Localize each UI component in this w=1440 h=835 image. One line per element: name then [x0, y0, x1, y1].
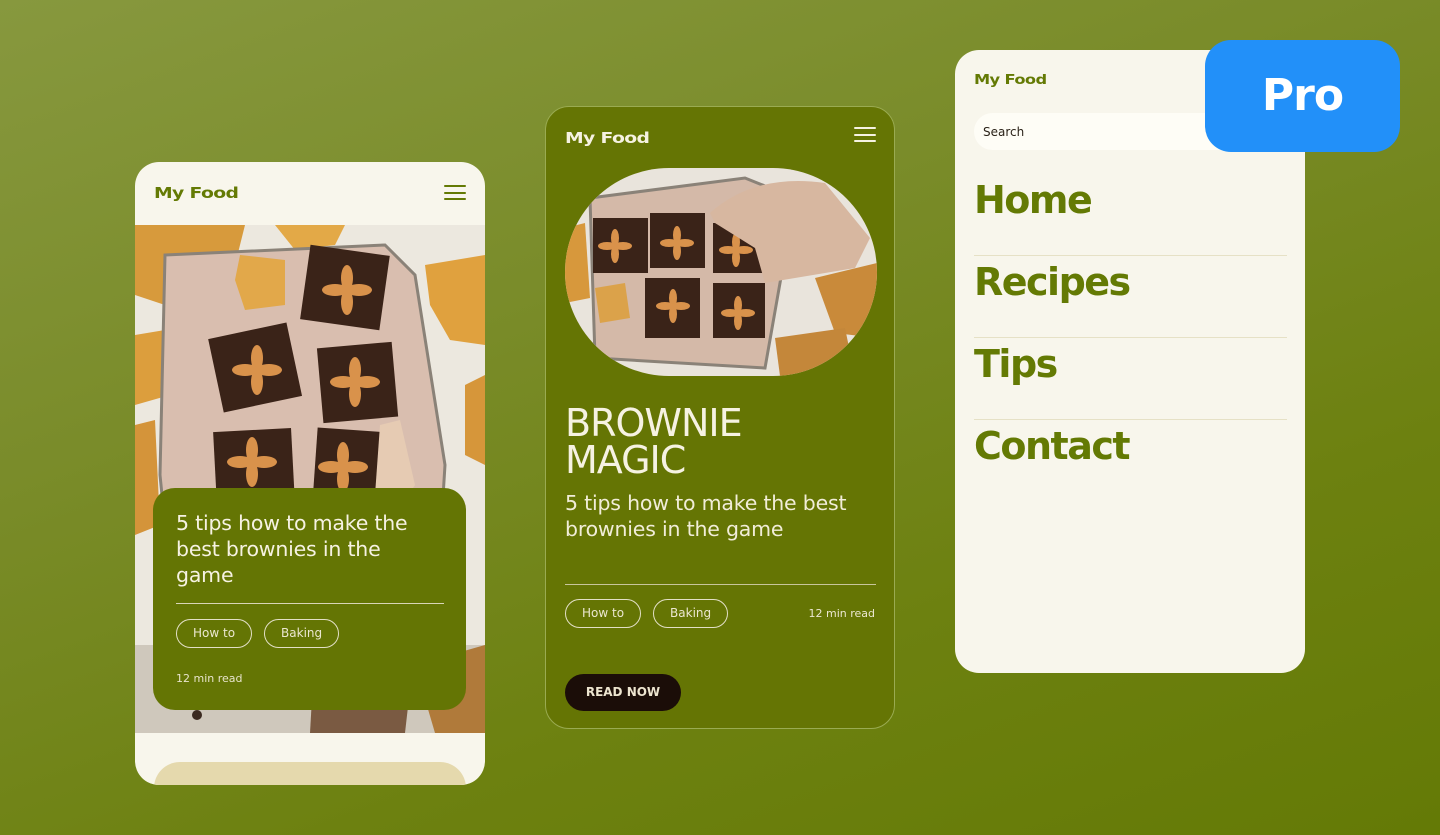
read-now-button[interactable]: READ NOW	[565, 674, 681, 711]
tag-list: How to Baking	[176, 619, 340, 648]
mobile-mockup-article-hero: My Food BROWNIE MAGIC 5 tips how to make…	[545, 106, 895, 729]
article-subtitle: 5 tips how to make the best brownies in …	[565, 491, 847, 541]
header: My Food	[135, 162, 485, 225]
tag-how-to[interactable]: How to	[565, 599, 642, 628]
divider	[176, 603, 444, 604]
read-time: 12 min read	[176, 672, 243, 685]
headline: BROWNIE MAGIC	[565, 401, 743, 482]
logo[interactable]: My Food	[154, 184, 239, 202]
hamburger-menu-icon[interactable]	[854, 127, 876, 142]
tag-list: How to Baking	[565, 599, 729, 628]
tag-how-to[interactable]: How to	[176, 619, 253, 648]
mobile-mockup-article-card: My Food 5 tips how to make the best brow…	[135, 162, 485, 785]
divider	[565, 584, 876, 585]
hamburger-menu-icon[interactable]	[444, 185, 466, 200]
brownies-photo	[565, 168, 877, 376]
nav-item-home[interactable]: Home	[974, 174, 1287, 256]
read-time: 12 min read	[808, 607, 875, 620]
nav-item-tips[interactable]: Tips	[974, 338, 1287, 420]
pro-badge: Pro	[1205, 40, 1400, 152]
headline-line-2: MAGIC	[565, 438, 686, 482]
logo[interactable]: My Food	[565, 129, 650, 147]
article-title: 5 tips how to make the best brownies in …	[176, 511, 408, 587]
nav-item-recipes[interactable]: Recipes	[974, 256, 1287, 338]
headline-line-1: BROWNIE	[565, 401, 743, 445]
nav-item-contact[interactable]: Contact	[974, 420, 1287, 502]
next-card-preview	[154, 762, 466, 785]
tag-baking[interactable]: Baking	[264, 619, 340, 648]
article-card[interactable]: 5 tips how to make the best brownies in …	[153, 488, 466, 710]
tag-baking[interactable]: Baking	[653, 599, 729, 628]
nav-menu: Home Recipes Tips Contact	[974, 174, 1287, 502]
logo[interactable]: My Food	[974, 73, 1047, 88]
